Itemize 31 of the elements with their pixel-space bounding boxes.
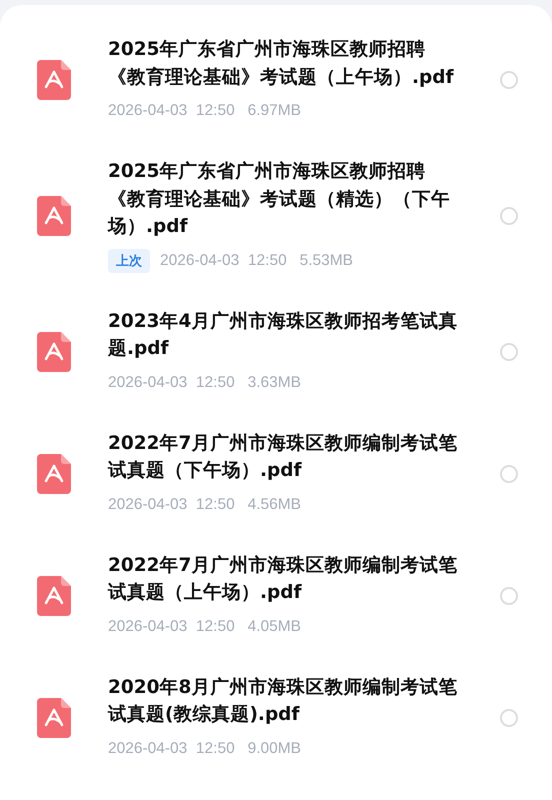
file-name: 2025年广东省广州市海珠区教师招聘《教育理论基础》考试题（精选）（下午场）.pdf <box>108 160 451 239</box>
file-info: 2026-04-03 12:50 3.63MB <box>108 374 302 392</box>
pdf-file-icon <box>37 196 71 236</box>
radio-button[interactable] <box>500 586 518 604</box>
file-item[interactable]: 2022年7月广州市海珠区教师编制考试笔试真题（下午场）.pdf 2026-04-03 12:50 4.56MB <box>0 412 552 534</box>
pdf-file-icon <box>37 454 71 494</box>
file-item[interactable]: 2025年广东省广州市海珠区教师招聘《教育理论基础》考试题（精选）（下午场）.pdf 上次 2026-04-03 12:50 5.53MB <box>0 141 552 290</box>
radio-button[interactable] <box>500 206 518 225</box>
file-item[interactable]: 2022年7月广州市海珠区教师编制考试笔试真题（上午场）.pdf 2026-04-03 12:50 4.05MB <box>0 534 552 656</box>
file-info: 2026-04-03 12:50 4.56MB <box>108 496 302 514</box>
last-opened-tag: 上次 <box>108 248 150 272</box>
file-name: 2022年7月广州市海珠区教师编制考试笔试真题（上午场）.pdf <box>108 554 458 605</box>
file-name: 2020年8月广州市海珠区教师编制考试笔试真题(教综真题).pdf <box>108 676 458 727</box>
radio-button[interactable] <box>500 464 518 482</box>
file-info: 2026-04-03 12:50 6.97MB <box>108 102 302 120</box>
pdf-file-icon <box>37 576 71 616</box>
pdf-file-icon <box>37 698 71 738</box>
file-info: 2026-04-03 12:50 4.05MB <box>108 618 302 636</box>
radio-button[interactable] <box>500 342 518 360</box>
pdf-file-icon <box>37 60 71 100</box>
file-item[interactable]: 2020年8月广州市海珠区教师编制考试笔试真题(教综真题).pdf 2026-04-03 12:50 9.00MB <box>0 656 552 778</box>
file-name: 2023年4月广州市海珠区教师招考笔试真题.pdf <box>108 310 458 361</box>
file-info: 2026-04-03 12:50 5.53MB <box>160 252 354 270</box>
file-name: 2025年广东省广州市海珠区教师招聘《教育理论基础》考试题（上午场）.pdf <box>108 38 455 90</box>
file-item[interactable]: 2025年广东省广州市海珠区教师招聘《教育理论基础》考试题（上午场）.pdf 2026-04-03 12:50 6.97MB <box>0 19 552 141</box>
radio-button[interactable] <box>500 71 518 89</box>
pdf-file-icon <box>37 332 71 372</box>
file-name: 2022年7月广州市海珠区教师编制考试笔试真题（下午场）.pdf <box>108 432 458 483</box>
file-item[interactable]: 2023年4月广州市海珠区教师招考笔试真题.pdf 2026-04-03 12:50 3.63MB <box>0 290 552 412</box>
radio-button[interactable] <box>500 708 518 726</box>
file-info: 2026-04-03 12:50 9.00MB <box>108 740 302 758</box>
